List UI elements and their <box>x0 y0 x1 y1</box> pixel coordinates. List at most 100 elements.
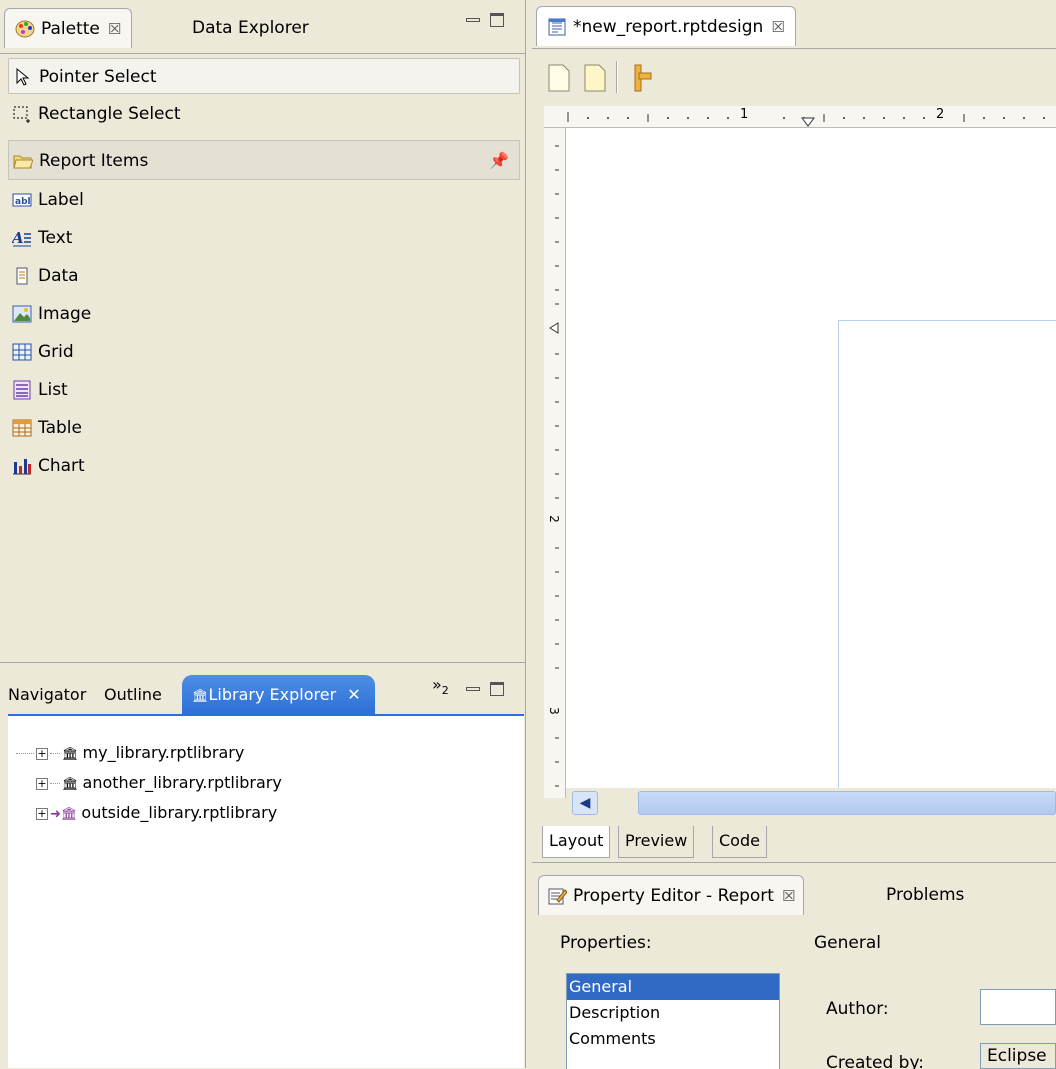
overflow-chevron-icon: » <box>432 675 442 694</box>
palette-item-grid[interactable]: Grid <box>12 334 74 370</box>
scroll-left-icon[interactable]: ◀ <box>572 791 598 815</box>
maximize-icon[interactable] <box>490 682 504 696</box>
tree-connector <box>50 783 60 784</box>
text-icon: A <box>12 228 32 248</box>
library-icon: 🏛 <box>62 777 79 792</box>
created-by-label-text: Created by: <box>826 1053 925 1069</box>
ruler-label-2: 2 <box>546 515 561 523</box>
minimize-icon[interactable] <box>466 687 480 691</box>
library-view-controls <box>466 681 504 697</box>
tab-code[interactable]: Code <box>712 826 767 858</box>
tree-connector <box>16 753 34 754</box>
palette-item-grid-label: Grid <box>38 342 74 362</box>
library-tree: + 🏛 my_library.rptlibrary + 🏛 another_librar… <box>8 714 524 1068</box>
palette-item-list[interactable]: List <box>12 372 68 408</box>
tree-node-outside-library[interactable]: + ➜🏛 outside_library.rptlibrary <box>36 798 277 828</box>
tab-outline[interactable]: Outline <box>102 675 164 715</box>
library-tabbar: Navigator Outline 🏛Library Explorer ✕ »2 <box>0 662 525 715</box>
tab-data-explorer[interactable]: Data Explorer <box>182 8 319 48</box>
view-controls <box>466 12 504 28</box>
palette-item-image[interactable]: Image <box>12 296 91 332</box>
tab-palette[interactable]: Palette ☒ <box>4 8 133 48</box>
palette-item-data[interactable]: Data <box>12 258 79 294</box>
report-items-drawer[interactable]: Report Items 📌 <box>8 140 520 180</box>
palette-item-text[interactable]: A Text <box>12 220 72 256</box>
maximize-icon[interactable] <box>490 13 504 27</box>
tab-property-editor[interactable]: Property Editor - Report ☒ <box>538 875 805 915</box>
svg-text:abl: abl <box>15 197 31 207</box>
author-input[interactable] <box>980 989 1056 1025</box>
tree-node-another-library[interactable]: + 🏛 another_library.rptlibrary <box>36 768 282 798</box>
tree-connector <box>50 753 60 754</box>
palette-tabbar: Palette ☒ Data Explorer <box>0 0 525 54</box>
tab-new-report-label: *new_report.rptdesign <box>573 17 764 37</box>
tab-preview[interactable]: Preview <box>618 826 695 858</box>
rectangle-select-icon <box>12 104 32 124</box>
toolbar-separator <box>616 61 618 93</box>
tab-library-explorer-label: Library Explorer <box>208 685 337 704</box>
pointer-icon <box>13 67 33 87</box>
expand-icon[interactable]: + <box>36 747 48 760</box>
rectangle-select-tool[interactable]: Rectangle Select <box>8 96 520 132</box>
properties-list-item-description[interactable]: Description <box>567 1000 779 1026</box>
palette-item-text-label: Text <box>38 228 73 248</box>
properties-list-item-general[interactable]: General <box>567 974 779 1000</box>
close-icon[interactable]: ✕ <box>347 685 360 704</box>
page-margin-guide <box>838 320 1056 790</box>
horizontal-ruler: 1 2 <box>544 106 1056 128</box>
library-icon: 🏛 <box>192 689 209 704</box>
close-icon[interactable]: ☒ <box>771 18 784 36</box>
view-menu-overflow[interactable]: »2 <box>432 675 449 697</box>
new-page-button[interactable] <box>546 63 572 93</box>
page-icon <box>548 64 570 92</box>
minimize-icon[interactable] <box>466 18 480 22</box>
rectangle-select-label: Rectangle Select <box>38 104 181 124</box>
tab-layout[interactable]: Layout <box>542 826 611 858</box>
scroll-thumb[interactable] <box>638 791 1056 815</box>
report-editor: *new_report.rptdesign ☒ 1 2 2 3 ◀ Layout… <box>532 0 1056 862</box>
tab-problems[interactable]: Problems <box>878 875 972 915</box>
tree-node-label: outside_library.rptlibrary <box>81 803 278 822</box>
horizontal-scrollbar[interactable]: ◀ <box>566 788 1056 818</box>
tab-library-explorer[interactable]: 🏛Library Explorer ✕ <box>182 675 375 715</box>
data-icon <box>12 266 32 286</box>
tab-palette-label: Palette <box>41 19 100 39</box>
pointer-select-tool[interactable]: Pointer Select <box>8 58 520 94</box>
palette-item-data-label: Data <box>38 266 79 286</box>
palette-item-chart[interactable]: Chart <box>12 448 85 484</box>
vertical-ruler: 2 3 <box>544 128 566 798</box>
pin-icon[interactable]: 📌 <box>489 141 509 181</box>
property-editor-view: Property Editor - Report ☒ Problems Prope… <box>532 862 1056 1069</box>
expand-icon[interactable]: + <box>36 807 48 820</box>
overflow-count: 2 <box>441 684 449 698</box>
library-icon: 🏛 <box>62 747 79 762</box>
library-explorer-view: Navigator Outline 🏛Library Explorer ✕ »2… <box>0 662 526 1068</box>
properties-list-item-comments[interactable]: Comments <box>567 1026 779 1052</box>
palette-item-table-label: Table <box>38 418 82 438</box>
palette-item-label[interactable]: abl Label <box>12 182 84 218</box>
report-canvas[interactable] <box>566 128 1056 790</box>
created-by-value: Eclipse <box>987 1046 1047 1066</box>
tree-node-label: another_library.rptlibrary <box>82 773 282 792</box>
ruler-label-2: 2 <box>936 107 945 122</box>
palette-item-list-label: List <box>38 380 68 400</box>
editor-toolbar <box>532 48 1056 104</box>
svg-text:A: A <box>12 229 24 247</box>
tree-node-my-library[interactable]: + 🏛 my_library.rptlibrary <box>16 738 244 768</box>
tab-navigator[interactable]: Navigator <box>6 675 88 715</box>
palette-item-table[interactable]: Table <box>12 410 82 446</box>
page-icon <box>584 64 606 92</box>
guide-button[interactable] <box>626 63 652 93</box>
close-icon[interactable]: ☒ <box>782 887 795 905</box>
expand-icon[interactable]: + <box>36 777 48 790</box>
section-title: General <box>814 933 881 953</box>
ruler-ticks <box>567 112 1045 127</box>
properties-heading: Properties: <box>560 933 652 953</box>
ruler-ticks <box>549 145 559 787</box>
guide-icon <box>634 64 652 92</box>
new-page-alt-button[interactable] <box>582 63 608 93</box>
tab-new-report[interactable]: *new_report.rptdesign ☒ <box>536 6 796 46</box>
ruler-label-3: 3 <box>546 707 561 715</box>
created-by-label: Created by: <box>826 1053 924 1069</box>
close-icon[interactable]: ☒ <box>108 20 121 38</box>
